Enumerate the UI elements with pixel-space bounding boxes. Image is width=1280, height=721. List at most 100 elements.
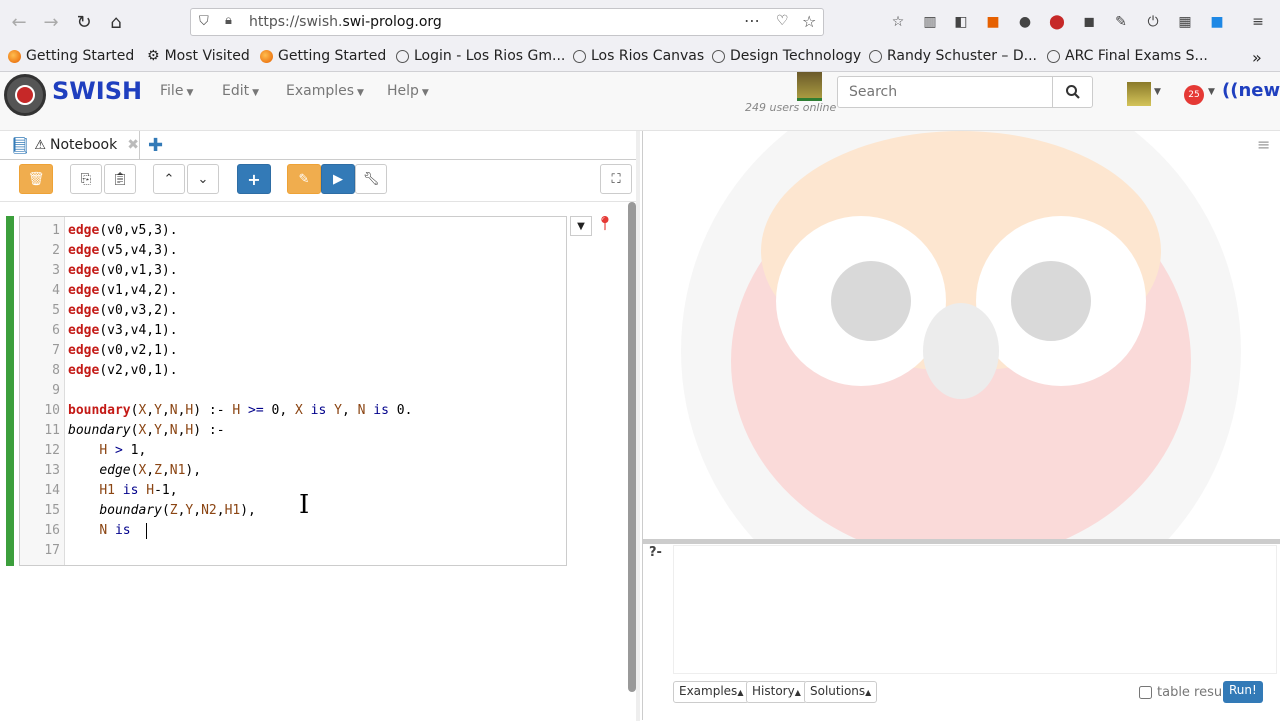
- code-line[interactable]: H1 is H-1,: [68, 483, 177, 498]
- caret-down-icon: ▼: [421, 88, 429, 98]
- caret-up-icon: ▲: [865, 688, 872, 697]
- code-line[interactable]: edge(X,Z,N1),: [68, 463, 201, 478]
- online-user-avatar[interactable]: [797, 72, 822, 101]
- pocket-icon[interactable]: ♡: [776, 13, 789, 29]
- extension-icon[interactable]: ■: [983, 12, 1003, 32]
- code-line[interactable]: H > 1,: [68, 443, 146, 458]
- code-line[interactable]: boundary(X,Y,N,H) :- H >= 0, X is Y, N i…: [68, 403, 412, 418]
- query-editor[interactable]: [673, 545, 1277, 674]
- search-button[interactable]: [1052, 76, 1093, 108]
- copy-cell-button[interactable]: ⎘: [70, 164, 102, 194]
- button-label: Solutions: [810, 684, 866, 698]
- close-icon[interactable]: ✖: [127, 137, 139, 153]
- menu-edit[interactable]: Edit ▼: [222, 83, 259, 99]
- fullscreen-button[interactable]: ⛶: [600, 164, 632, 194]
- globe-icon: [712, 49, 725, 63]
- menu-label: Examples: [286, 83, 355, 99]
- insert-cell-button[interactable]: +: [237, 164, 271, 194]
- paste-cell-button[interactable]: 📋︎: [104, 164, 136, 194]
- code-line[interactable]: boundary(X,Y,N,H) :-: [68, 423, 225, 438]
- extension-4-icon[interactable]: ▦: [1175, 12, 1195, 32]
- code-line[interactable]: edge(v0,v1,3).: [68, 263, 178, 278]
- swish-owl-background-icon: [681, 131, 1241, 541]
- code-line[interactable]: edge(v0,v5,3).: [68, 223, 178, 238]
- left-pane-scrollbar[interactable]: [628, 202, 636, 692]
- cell-type-dropdown-icon[interactable]: ▼: [570, 216, 592, 236]
- line-number: 2: [52, 243, 60, 258]
- bookmark-randy-schuster[interactable]: Randy Schuster – D...: [869, 48, 1037, 64]
- add-tab-icon[interactable]: ✚: [148, 135, 163, 156]
- code-line[interactable]: edge(v3,v4,1).: [68, 323, 178, 338]
- extension-2-icon[interactable]: ◼: [1079, 12, 1099, 32]
- new-badge[interactable]: ((new)): [1222, 80, 1280, 101]
- notification-bell-icon[interactable]: 25: [1184, 85, 1204, 105]
- power-icon[interactable]: ⏻: [1143, 12, 1163, 32]
- globe-icon: [573, 49, 586, 63]
- bookmark-los-rios-canvas[interactable]: Los Rios Canvas: [573, 48, 704, 64]
- menu-icon[interactable]: ≡: [1248, 12, 1268, 32]
- query-solutions-button[interactable]: Solutions▲: [804, 681, 878, 703]
- bookmark-star-icon[interactable]: ☆: [802, 12, 816, 31]
- url-bar[interactable]: ⛉ 🔒︎ https://swish.swi-prolog.org ⋯ ♡ ☆: [190, 8, 824, 36]
- tab-bar: 📘︎ ⚠ Notebook ✖ ✚: [0, 131, 640, 160]
- move-up-button[interactable]: ⌃: [153, 164, 185, 194]
- settings-button[interactable]: 🔧︎: [355, 164, 387, 194]
- caret-down-icon[interactable]: ▼: [1208, 87, 1215, 97]
- extension-5-icon[interactable]: ■: [1207, 12, 1227, 32]
- home-icon[interactable]: ⌂: [103, 9, 129, 35]
- code-line[interactable]: boundary(Z,Y,N2,H1),: [68, 503, 256, 518]
- caret-up-icon: ▲: [794, 688, 801, 697]
- hamburger-icon[interactable]: ≡: [1257, 135, 1270, 154]
- swish-logo-icon[interactable]: [4, 74, 46, 116]
- clear-output-button[interactable]: ✎: [287, 164, 321, 194]
- pane-splitter[interactable]: [643, 539, 1280, 544]
- menu-help[interactable]: Help ▼: [387, 83, 429, 99]
- run-query-button[interactable]: Run!: [1223, 681, 1263, 703]
- account-icon[interactable]: ●: [1015, 12, 1035, 32]
- bookmark-design-technology[interactable]: Design Technology: [712, 48, 861, 64]
- move-down-button[interactable]: ⌄: [187, 164, 219, 194]
- menu-file[interactable]: File ▼: [160, 83, 193, 99]
- chevron-up-icon: ⌃: [163, 171, 175, 187]
- code-line[interactable]: edge(v0,v2,1).: [68, 343, 178, 358]
- starred-icon[interactable]: ☆: [888, 12, 908, 32]
- bookmark-most-visited[interactable]: ⚙ Most Visited: [147, 48, 250, 64]
- bookmark-getting-started-2[interactable]: Getting Started: [260, 48, 386, 64]
- extension-3-icon[interactable]: ✎: [1111, 12, 1131, 32]
- page-actions-icon[interactable]: ⋯: [744, 11, 760, 30]
- query-history-button[interactable]: History▲: [746, 681, 807, 703]
- delete-cell-button[interactable]: 🗑︎: [19, 164, 53, 194]
- code-line[interactable]: edge(v0,v3,2).: [68, 303, 178, 318]
- location-pin-icon[interactable]: 📍︎: [596, 216, 614, 232]
- back-icon[interactable]: ←: [6, 9, 32, 35]
- code-line[interactable]: edge(v2,v0,1).: [68, 363, 178, 378]
- swish-navbar: SWISH File ▼ Edit ▼ Examples ▼ Help ▼ 249 us…: [0, 72, 1280, 131]
- bookmark-los-rios-login[interactable]: Login - Los Rios Gm...: [396, 48, 565, 64]
- search-input[interactable]: [837, 76, 1053, 108]
- table-results-checkbox[interactable]: [1139, 686, 1152, 699]
- line-number: 6: [52, 323, 60, 338]
- plus-icon: +: [247, 169, 261, 189]
- query-examples-button[interactable]: Examples▲: [673, 681, 750, 703]
- menu-examples[interactable]: Examples ▼: [286, 83, 364, 99]
- code-editor[interactable]: 1 2 3 4 5 6 7 8 9 10 11 12 13 14 15 16 1…: [19, 216, 567, 566]
- adblock-icon[interactable]: ⬤: [1047, 12, 1067, 32]
- bookmark-arc-final-exams[interactable]: ARC Final Exams S...: [1047, 48, 1208, 64]
- library-icon[interactable]: ▥: [920, 12, 940, 32]
- bookmark-getting-started[interactable]: Getting Started: [8, 48, 134, 64]
- caret-down-icon[interactable]: ▼: [1154, 87, 1161, 97]
- reload-icon[interactable]: ↻: [71, 9, 97, 35]
- search-icon: [1065, 85, 1080, 99]
- code-line[interactable]: edge(v5,v4,3).: [68, 243, 178, 258]
- bookmark-label: Randy Schuster – D...: [887, 48, 1038, 64]
- user-profile-avatar[interactable]: [1127, 82, 1151, 106]
- code-line[interactable]: edge(v1,v4,2).: [68, 283, 178, 298]
- sidebar-icon[interactable]: ◧: [951, 12, 971, 32]
- forward-icon[interactable]: →: [38, 9, 64, 35]
- tab-notebook[interactable]: 📘︎ ⚠ Notebook ✖: [0, 131, 140, 159]
- bookmarks-overflow-icon[interactable]: »: [1252, 48, 1262, 67]
- run-cell-button[interactable]: ▶: [321, 164, 355, 194]
- toolbar-divider: [0, 201, 640, 202]
- brand-title[interactable]: SWISH: [52, 77, 142, 105]
- code-line[interactable]: N is: [68, 523, 138, 538]
